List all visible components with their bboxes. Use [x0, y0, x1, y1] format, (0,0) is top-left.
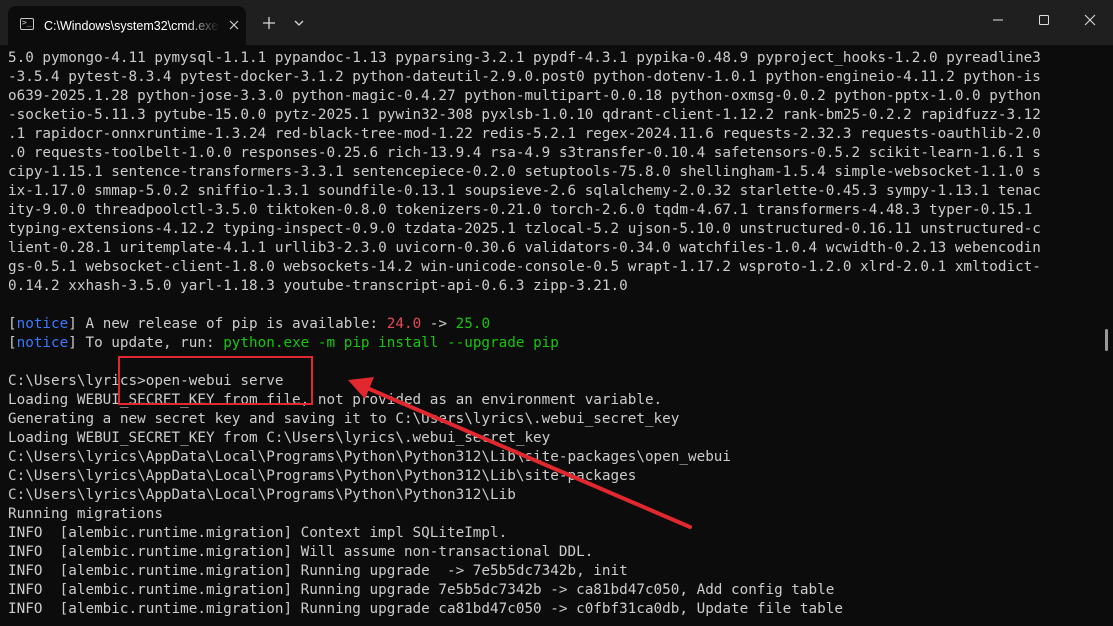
close-icon [1084, 14, 1096, 26]
package-line: ix-1.17.0 smmap-5.0.2 sniffio-1.3.1 soun… [8, 183, 1041, 199]
pip-notice-line: [notice] A new release of pip is availab… [8, 315, 1098, 334]
output-line: INFO [alembic.runtime.migration] Running… [8, 563, 628, 579]
pip-old-version: 24.0 [386, 316, 422, 332]
plus-icon [263, 17, 275, 29]
terminal-output[interactable]: 5.0 pymongo-4.11 pymysql-1.1.1 pypandoc-… [0, 45, 1113, 626]
notice-text: To update, run: [76, 335, 224, 351]
output-line: C:\Users\lyrics\AppData\Local\Programs\P… [8, 468, 637, 484]
scrollbar-thumb[interactable] [1105, 329, 1108, 351]
annotation-highlight-box [118, 356, 313, 405]
output-line: INFO [alembic.runtime.migration] Running… [8, 582, 835, 598]
output-line: INFO [alembic.runtime.migration] Running… [8, 601, 843, 617]
maximize-button[interactable] [1021, 0, 1067, 40]
notice-tag: notice [16, 335, 69, 351]
title-bar: >_ C:\Windows\system32\cmd.exe [0, 0, 1113, 45]
output-line: INFO [alembic.runtime.migration] Context… [8, 525, 508, 541]
package-line: ity-9.0.0 threadpoolctl-3.5.0 tiktoken-0… [8, 202, 1033, 218]
notice-tag: notice [16, 316, 69, 332]
notice-bracket-open: [ [8, 316, 17, 332]
package-line: typing-extensions-4.12.2 typing-inspect-… [8, 221, 1041, 237]
output-line: INFO [alembic.runtime.migration] Will as… [8, 544, 594, 560]
tab-cmd[interactable]: >_ C:\Windows\system32\cmd.exe [8, 6, 246, 45]
package-line: cipy-1.15.1 sentence-transformers-3.3.1 … [8, 164, 1041, 180]
close-tab-button[interactable] [226, 17, 242, 33]
close-window-button[interactable] [1067, 0, 1113, 40]
notice-bracket-open: [ [8, 335, 17, 351]
output-line: Generating a new secret key and saving i… [8, 411, 680, 427]
pip-new-version: 25.0 [455, 316, 491, 332]
maximize-icon [1039, 15, 1049, 25]
minimize-icon [993, 19, 1003, 21]
notice-text: A new release of pip is available: [76, 316, 387, 332]
output-line: C:\Users\lyrics\AppData\Local\Programs\P… [8, 487, 516, 503]
notice-bracket-close: ] [68, 316, 77, 332]
new-tab-button[interactable] [258, 12, 280, 34]
pip-update-line: [notice] To update, run: python.exe -m p… [8, 334, 1098, 353]
package-line: 5.0 pymongo-4.11 pymysql-1.1.1 pypandoc-… [8, 50, 1041, 66]
minimize-button[interactable] [975, 0, 1021, 40]
package-line: -socketio-5.11.3 pytube-15.0.0 pytz-2025… [8, 107, 1041, 123]
output-line: C:\Users\lyrics\AppData\Local\Programs\P… [8, 449, 732, 465]
terminal-icon: >_ [20, 18, 34, 30]
tab-title: C:\Windows\system32\cmd.exe [44, 19, 219, 33]
package-line: gs-0.5.1 websocket-client-1.8.0 websocke… [8, 259, 1041, 275]
output-line: Loading WEBUI_SECRET_KEY from C:\Users\l… [8, 430, 551, 446]
tab-dropdown-button[interactable] [290, 12, 308, 34]
package-line: .1 rapidocr-onnxruntime-1.3.24 red-black… [8, 126, 1041, 142]
package-line: lient-0.28.1 uritemplate-4.1.1 urllib3-2… [8, 240, 1041, 256]
output-line: Running migrations [8, 506, 163, 522]
notice-bracket-close: ] [68, 335, 77, 351]
package-line: -3.5.4 pytest-8.3.4 pytest-docker-3.1.2 … [8, 69, 1041, 85]
terminal-lines: 5.0 pymongo-4.11 pymysql-1.1.1 pypandoc-… [8, 49, 1098, 619]
close-icon [229, 20, 239, 30]
package-line: .0 requests-toolbelt-1.0.0 responses-0.2… [8, 145, 1041, 161]
package-line: o639-2025.1.28 python-jose-3.3.0 python-… [8, 88, 1041, 104]
package-line: 0.14.2 xxhash-3.5.0 yarl-1.18.3 youtube-… [8, 278, 628, 294]
pip-upgrade-command: python.exe -m pip install --upgrade pip [223, 335, 559, 351]
chevron-down-icon [294, 20, 304, 26]
version-arrow: -> [421, 316, 456, 332]
